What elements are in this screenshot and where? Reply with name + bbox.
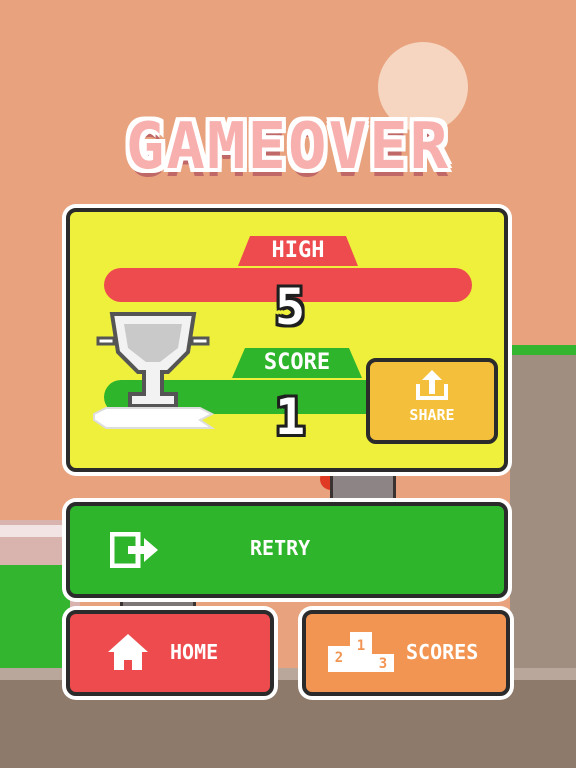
share-label: SHARE	[409, 406, 455, 424]
retry-icon	[110, 532, 158, 568]
background-grass	[0, 565, 70, 685]
background-cliff	[510, 355, 576, 675]
svg-text:1: 1	[357, 638, 365, 654]
svg-text:2: 2	[335, 650, 343, 666]
podium-icon: 1 2 3	[328, 632, 394, 672]
background-snow	[0, 525, 70, 537]
high-score-value: 5	[274, 278, 306, 336]
svg-text:3: 3	[379, 656, 387, 672]
share-icon	[416, 370, 448, 400]
share-button[interactable]: SHARE	[366, 358, 498, 444]
home-label: HOME	[170, 640, 219, 664]
high-label: HIGH	[238, 236, 358, 266]
scores-button[interactable]: 1 2 3 SCORES	[302, 610, 510, 696]
score-label: SCORE	[232, 348, 362, 378]
scores-label: SCORES	[406, 640, 479, 664]
game-over-title: GAMEOVER	[125, 110, 451, 184]
score-panel: HIGH 5 SCORE 1 SHARE	[66, 208, 508, 472]
home-button[interactable]: HOME	[66, 610, 274, 696]
retry-label: RETRY	[250, 536, 311, 560]
home-icon	[108, 634, 148, 670]
score-value: 1	[274, 388, 306, 446]
retry-button[interactable]: RETRY	[66, 502, 508, 598]
trophy-icon	[93, 312, 216, 429]
